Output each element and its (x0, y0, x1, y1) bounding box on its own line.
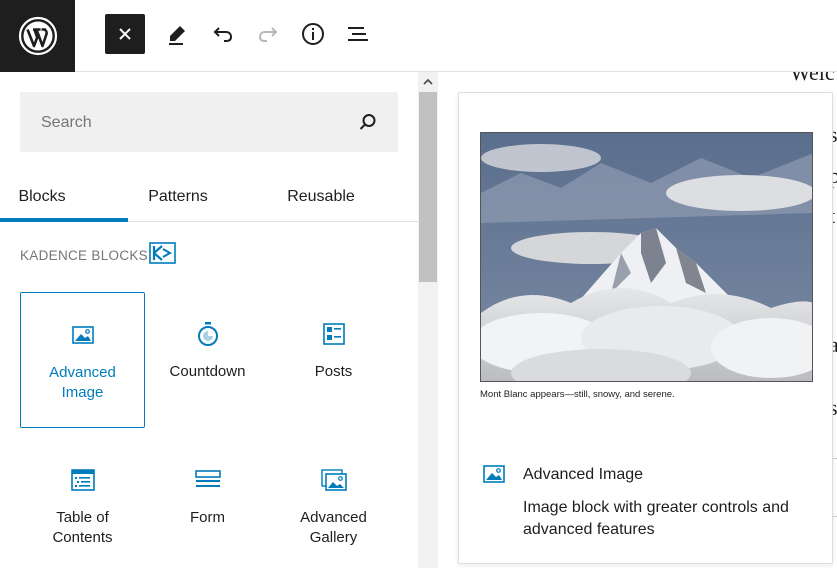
pen-icon (169, 26, 185, 45)
category-title: KADENCE BLOCKS (20, 248, 148, 263)
details-button[interactable] (293, 14, 333, 54)
list-view-icon (348, 27, 368, 41)
preview-block-title: Advanced Image (523, 466, 644, 483)
tab-blocks[interactable]: Blocks (0, 172, 128, 222)
block-preview-card: Mont Blanc appears—still, snowy, and ser… (458, 92, 833, 564)
block-label: Advanced Gallery (300, 509, 367, 546)
wordpress-logo-icon (18, 16, 57, 56)
block-label: Table of Contents (52, 509, 113, 546)
active-tab-indicator (0, 218, 128, 222)
mountain-photo (481, 133, 812, 381)
image-caption: Mont Blanc appears—still, snowy, and ser… (480, 389, 675, 400)
block-countdown[interactable]: Countdown (145, 292, 270, 428)
tools-button[interactable] (157, 14, 197, 54)
wordpress-logo[interactable] (0, 0, 75, 72)
image-icon (483, 465, 505, 483)
scrollbar-thumb[interactable] (419, 92, 437, 282)
inserter-scrollbar[interactable] (418, 72, 438, 568)
undo-button[interactable] (203, 14, 243, 54)
inserter-tabs: Blocks Patterns Reusable (0, 172, 418, 222)
block-form[interactable]: Form (145, 438, 270, 568)
close-icon (119, 28, 131, 40)
preview-block-description: Image block with greater controls and ad… (523, 499, 789, 538)
search-icon (359, 114, 376, 130)
undo-icon (213, 27, 233, 42)
block-label: Form (190, 509, 225, 526)
close-inserter-button[interactable] (105, 14, 145, 54)
list-view-button[interactable] (338, 14, 378, 54)
redo-button[interactable] (248, 14, 288, 54)
tab-reusable[interactable]: Reusable (270, 172, 372, 222)
gallery-icon (320, 469, 347, 491)
block-label: Posts (314, 363, 353, 380)
block-table-of-contents[interactable]: Table of Contents (20, 438, 145, 568)
countdown-icon (197, 322, 218, 346)
block-inserter-panel: Search Blocks Patterns Reusable KADENCE … (0, 72, 418, 568)
table-of-contents-icon (70, 469, 95, 491)
form-icon (194, 470, 221, 487)
scroll-up-button[interactable] (418, 72, 438, 92)
search-input[interactable]: Search (20, 92, 398, 152)
editor-header (0, 0, 837, 72)
post-heading-partial: Welc (790, 72, 835, 85)
block-advanced-image[interactable]: Advanced Image (20, 292, 145, 428)
search-placeholder: Search (41, 114, 92, 131)
posts-icon (322, 323, 345, 345)
block-posts[interactable]: Posts (271, 292, 396, 428)
tab-patterns[interactable]: Patterns (128, 172, 228, 222)
preview-image (480, 132, 813, 382)
image-icon (71, 326, 94, 344)
redo-icon (258, 27, 278, 42)
block-advanced-gallery[interactable]: Advanced Gallery (271, 438, 396, 568)
kadence-logo-icon (149, 242, 176, 264)
info-icon (302, 23, 324, 45)
block-label: Advanced Image (49, 364, 116, 401)
chevron-up-icon (423, 78, 433, 85)
block-label: Countdown (169, 363, 246, 380)
